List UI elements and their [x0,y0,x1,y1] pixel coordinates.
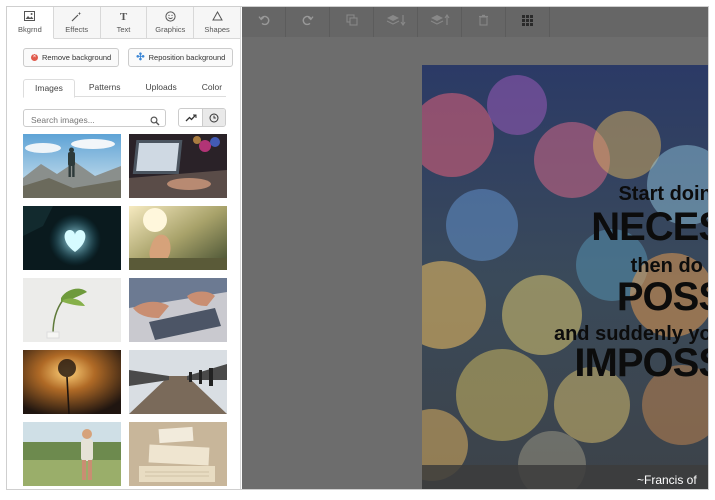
quote-line-1[interactable]: Start doing [618,183,708,206]
thumbnail-hiker[interactable] [23,134,121,198]
quote-line-2[interactable]: NECES [591,205,708,250]
trending-icon[interactable] [179,109,202,126]
credit-bar: ~Francis of [422,465,708,489]
thumbnail-hand-sun[interactable] [129,206,227,270]
grid-icon [522,13,533,31]
quote-credit[interactable]: ~Francis of [637,473,697,487]
undo-icon [257,13,270,31]
design-poster[interactable]: Start doing NECES then do w POSS and sud… [422,65,708,489]
thumbnail-plant[interactable] [23,278,121,342]
tab-bkgrnd[interactable]: Bkgrnd [7,7,54,39]
sort-toggle [178,108,226,127]
source-tabs: Images Patterns Uploads Color [23,79,226,98]
thumbnail-child-field[interactable] [23,422,121,486]
canvas-area[interactable]: Start doing NECES then do w POSS and sud… [242,37,708,489]
thumbnail-heart-cave[interactable] [23,206,121,270]
search-row [23,108,226,128]
tab-shapes[interactable]: Shapes [194,7,240,38]
canvas-toolbar [242,7,708,37]
subtab-patterns[interactable]: Patterns [78,79,132,97]
redo-button[interactable] [286,7,330,37]
duplicate-button[interactable] [330,7,374,37]
side-panel: Bkgrnd Effects T Text Graphics Shapes × … [7,7,241,489]
thumbnail-bridge[interactable] [129,350,227,414]
reposition-background-button[interactable]: ✣ Reposition background [128,48,234,67]
search-icon[interactable] [150,113,160,125]
background-actions: × Remove background ✣ Reposition backgro… [7,39,240,67]
quote-line-4[interactable]: POSS [617,275,708,320]
clock-icon[interactable] [202,109,225,126]
delete-button[interactable] [462,7,506,37]
triangle-icon [211,10,223,23]
layer-down-button[interactable] [374,7,418,37]
undo-button[interactable] [242,7,286,37]
subtab-uploads[interactable]: Uploads [135,79,188,97]
subtab-images[interactable]: Images [23,79,75,98]
move-arrows-icon: ✣ [136,51,145,63]
layer-up-button[interactable] [418,7,462,37]
quote-line-6[interactable]: IMPOSS [574,341,708,386]
subtab-color[interactable]: Color [191,79,233,97]
duplicate-icon [345,13,358,31]
image-icon [24,11,36,23]
text-T-icon: T [119,11,128,23]
panel-tabs: Bkgrnd Effects T Text Graphics Shapes [7,7,240,39]
tab-label: Bkgrnd [18,25,42,34]
remove-background-button[interactable]: × Remove background [23,48,120,67]
reposition-background-label: Reposition background [148,53,226,62]
trash-icon [478,13,489,31]
redo-icon [302,13,314,31]
search-box [23,108,167,128]
thumbnail-dandelion[interactable] [23,350,121,414]
app-window: Bkgrnd Effects T Text Graphics Shapes × … [6,6,709,490]
tab-label: Shapes [204,25,230,34]
magic-wand-icon [71,11,82,23]
tab-graphics[interactable]: Graphics [147,7,195,38]
thumbnail-laptop[interactable] [129,134,227,198]
tab-label: Graphics [155,25,186,34]
layer-down-icon [386,13,406,31]
layer-up-icon [430,13,450,31]
thumbnail-hands-laptop[interactable] [129,278,227,342]
search-input[interactable] [24,111,144,128]
grid-button[interactable] [506,7,550,37]
thumbnail-books[interactable] [129,422,227,486]
remove-x-icon: × [31,54,38,61]
smiley-icon [165,11,176,23]
tab-text[interactable]: T Text [100,7,148,38]
tab-effects[interactable]: Effects [53,7,101,38]
tab-label: Text [116,25,131,34]
remove-background-label: Remove background [42,53,112,62]
tab-label: Effects [65,25,89,34]
